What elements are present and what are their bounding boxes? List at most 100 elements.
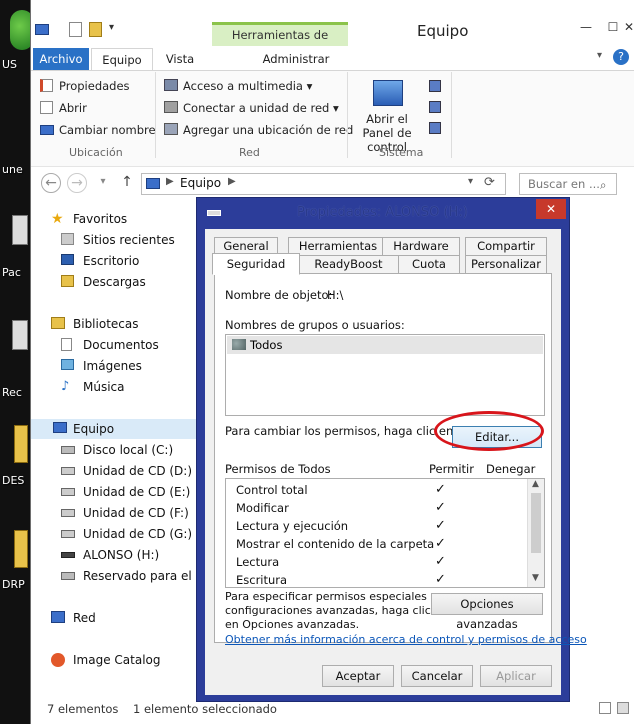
dialog-title: Propiedades: ALONSO (H:) xyxy=(297,205,468,220)
refresh-icon[interactable]: ⟳ xyxy=(484,175,495,190)
open-label: Abrir xyxy=(59,101,87,115)
dialog-close-button[interactable]: ✕ xyxy=(536,199,566,219)
large-icons-view-icon[interactable] xyxy=(617,702,629,714)
properties-dialog: Propiedades: ALONSO (H:) ✕ General Herra… xyxy=(196,197,587,702)
tab-readyboost[interactable]: ReadyBoost xyxy=(297,255,400,273)
tree-item-drive-g[interactable]: Unidad de CD (G:) xyxy=(61,524,192,544)
system-properties-icon[interactable] xyxy=(429,80,441,92)
security-tab-panel: Nombre de objeto: H:\ Nombres de grupos … xyxy=(214,273,587,646)
highlight-oval xyxy=(434,411,544,451)
scroll-down-icon[interactable]: ▼ xyxy=(532,573,539,583)
tree-item-music[interactable]: ♪ Música xyxy=(61,377,125,397)
recent-locations-button[interactable]: ▾ xyxy=(93,173,113,193)
music-icon: ♪ xyxy=(61,379,70,394)
properties-label: Propiedades xyxy=(59,79,130,93)
add-network-location-button[interactable]: Agregar una ubicación de red xyxy=(163,120,353,140)
new-folder-quick-icon[interactable] xyxy=(89,22,102,37)
computer-icon xyxy=(53,422,67,433)
tab-seguridad[interactable]: Seguridad xyxy=(212,253,300,275)
maximize-button[interactable]: ☐ xyxy=(603,20,623,40)
tree-computer[interactable]: Equipo xyxy=(31,419,196,439)
tree-item-recent[interactable]: Sitios recientes xyxy=(61,230,175,250)
properties-quick-icon[interactable] xyxy=(69,22,82,37)
desktop-label-1: US xyxy=(2,58,18,71)
control-panel-button[interactable]: Abrir el Panel de control xyxy=(349,76,425,154)
desktop-folder-icon[interactable] xyxy=(14,530,28,568)
tree-libraries-label: Bibliotecas xyxy=(73,317,139,331)
ok-button[interactable]: Aceptar xyxy=(322,665,394,687)
tab-hardware[interactable]: Hardware xyxy=(382,237,460,255)
context-tab-header: Herramientas de unidad xyxy=(212,22,348,62)
network-drive-icon xyxy=(164,101,178,113)
tab-administrar[interactable]: Administrar xyxy=(241,48,351,70)
tab-archivo[interactable]: Archivo xyxy=(33,48,89,70)
allow-check-icon: ✓ xyxy=(435,518,446,533)
back-button[interactable]: ← xyxy=(41,173,61,193)
tree-item-drive-d[interactable]: Unidad de CD (D:) xyxy=(61,461,192,481)
cancel-button[interactable]: Cancelar xyxy=(401,665,473,687)
help-icon[interactable]: ? xyxy=(613,49,629,65)
rename-button[interactable]: Cambiar nombre xyxy=(39,120,156,140)
tab-equipo[interactable]: Equipo xyxy=(91,48,153,70)
desktop-folder-icon[interactable] xyxy=(14,425,28,463)
manage-icon[interactable] xyxy=(429,122,441,134)
tree-item-reserved[interactable]: Reservado para el sist xyxy=(61,566,216,586)
advanced-options-button[interactable]: Opciones avanzadas xyxy=(431,593,543,631)
navigation-bar: ← → ▾ ↑ ▶ Equipo ▶ ▾ ⟳ Buscar en ... ⌕ xyxy=(31,166,634,198)
desktop-file-icon[interactable] xyxy=(12,215,28,245)
tree-network[interactable]: Red xyxy=(51,608,96,628)
media-access-button[interactable]: Acceso a multimedia ▾ xyxy=(163,76,312,96)
tree-item-drive-e[interactable]: Unidad de CD (E:) xyxy=(61,482,190,502)
close-button[interactable]: ✕ xyxy=(623,20,634,40)
tree-item-drive-c[interactable]: Disco local (C:) xyxy=(61,440,173,460)
tree-item-label: ALONSO (H:) xyxy=(83,548,160,562)
list-item[interactable]: Todos xyxy=(227,336,543,354)
address-dropdown-icon[interactable]: ▾ xyxy=(468,176,473,187)
tree-item-drive-f[interactable]: Unidad de CD (F:) xyxy=(61,503,189,523)
desktop-file-icon[interactable] xyxy=(12,320,28,350)
apply-button[interactable]: Aplicar xyxy=(480,665,552,687)
customize-toolbar-icon[interactable]: ▾ xyxy=(109,22,114,33)
search-input[interactable]: Buscar en ... ⌕ xyxy=(519,173,617,195)
image-catalog-icon xyxy=(51,653,65,667)
tree-item-pictures[interactable]: Imágenes xyxy=(61,356,142,376)
group-name: Todos xyxy=(250,338,283,352)
open-button[interactable]: Abrir xyxy=(39,98,87,118)
search-icon[interactable]: ⌕ xyxy=(600,175,606,195)
ribbon-expand-icon[interactable]: ▾ xyxy=(597,50,602,61)
documents-icon xyxy=(61,338,72,351)
tree-item-documents[interactable]: Documentos xyxy=(61,335,159,355)
tab-cuota[interactable]: Cuota xyxy=(398,255,460,273)
tab-vista[interactable]: Vista xyxy=(157,48,203,70)
tree-item-label: Sitios recientes xyxy=(83,233,175,247)
tree-item-desktop[interactable]: Escritorio xyxy=(61,251,139,271)
tree-favorites[interactable]: ★ Favoritos xyxy=(51,209,127,229)
title-bar: ▾ Herramientas de unidad Equipo — ☐ ✕ xyxy=(31,0,634,62)
tab-compartir[interactable]: Compartir xyxy=(465,237,547,255)
forward-button[interactable]: → xyxy=(67,173,87,193)
permissions-list[interactable]: Control total ✓ Modificar ✓ Lectura y ej… xyxy=(225,478,545,588)
tab-personalizar[interactable]: Personalizar xyxy=(465,255,547,273)
up-button[interactable]: ↑ xyxy=(117,173,137,193)
ribbon-separator xyxy=(451,72,452,158)
details-view-icon[interactable] xyxy=(599,702,611,714)
info-link[interactable]: Obtener más información acerca de contro… xyxy=(225,633,587,646)
tree-libraries[interactable]: Bibliotecas xyxy=(51,314,138,334)
map-drive-button[interactable]: Conectar a unidad de red ▾ xyxy=(163,98,339,118)
minimize-button[interactable]: — xyxy=(576,20,596,40)
libraries-icon xyxy=(51,317,65,329)
scroll-up-icon[interactable]: ▲ xyxy=(532,479,539,489)
scroll-thumb[interactable] xyxy=(531,493,541,553)
tree-item-drive-h[interactable]: ALONSO (H:) xyxy=(61,545,159,565)
address-bar[interactable]: ▶ Equipo ▶ ▾ ⟳ xyxy=(141,173,506,195)
permissions-scrollbar[interactable]: ▲ ▼ xyxy=(527,479,544,587)
uninstall-program-icon[interactable] xyxy=(429,101,441,113)
tab-herramientas[interactable]: Herramientas xyxy=(288,237,388,255)
groups-list[interactable]: Todos xyxy=(225,334,545,416)
tree-image-catalog[interactable]: Image Catalog xyxy=(51,650,160,670)
computer-icon[interactable] xyxy=(35,24,49,35)
properties-button[interactable]: Propiedades xyxy=(39,76,130,96)
tree-item-label: Imágenes xyxy=(83,359,142,373)
tree-item-downloads[interactable]: Descargas xyxy=(61,272,146,292)
rename-icon xyxy=(40,125,54,135)
